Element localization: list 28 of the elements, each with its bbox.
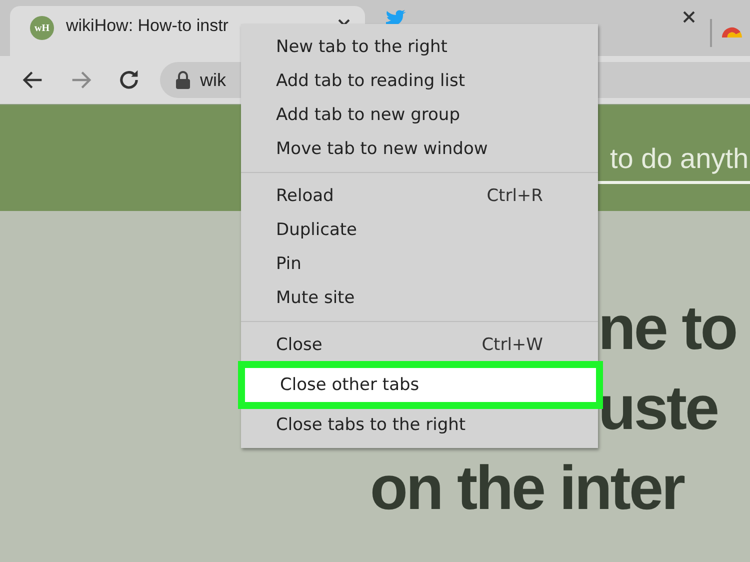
menu-item[interactable]: Mute site	[241, 281, 598, 315]
menu-item[interactable]: Add tab to reading list	[241, 64, 598, 98]
menu-label: Add tab to reading list	[276, 71, 466, 91]
menu-item[interactable]: Close other tabs	[245, 368, 596, 402]
url-text: wik	[200, 70, 226, 90]
menu-label: Add tab to new group	[276, 105, 460, 125]
menu-item[interactable]: Close Ctrl+W	[241, 328, 598, 362]
menu-label: Close tabs to the right	[276, 415, 466, 435]
menu-label: Pin	[276, 254, 302, 274]
shortcut-text: Ctrl+W	[482, 335, 543, 355]
headline-text: ne to	[598, 298, 736, 360]
menu-label: Close	[276, 335, 322, 355]
headline-text: uste	[598, 378, 718, 440]
menu-item[interactable]: Reload Ctrl+R	[241, 179, 598, 213]
menu-label: Move tab to new window	[276, 139, 488, 159]
menu-label: Mute site	[276, 288, 355, 308]
favicon: wH	[30, 16, 54, 40]
menu-label: Close other tabs	[280, 375, 420, 395]
shortcut-text: Ctrl+R	[486, 186, 543, 206]
menu-item[interactable]: Pin	[241, 247, 598, 281]
headline-text: on the inter	[370, 458, 684, 520]
menu-label: Duplicate	[276, 220, 357, 240]
menu-item[interactable]: Duplicate	[241, 213, 598, 247]
menu-item[interactable]: Close tabs to the right	[241, 408, 598, 442]
menu-item[interactable]: Add tab to new group	[241, 98, 598, 132]
tab-title: wikiHow: How-to instr	[66, 16, 230, 36]
menu-item[interactable]: Move tab to new window	[241, 132, 598, 166]
menu-label: Reload	[276, 186, 334, 206]
